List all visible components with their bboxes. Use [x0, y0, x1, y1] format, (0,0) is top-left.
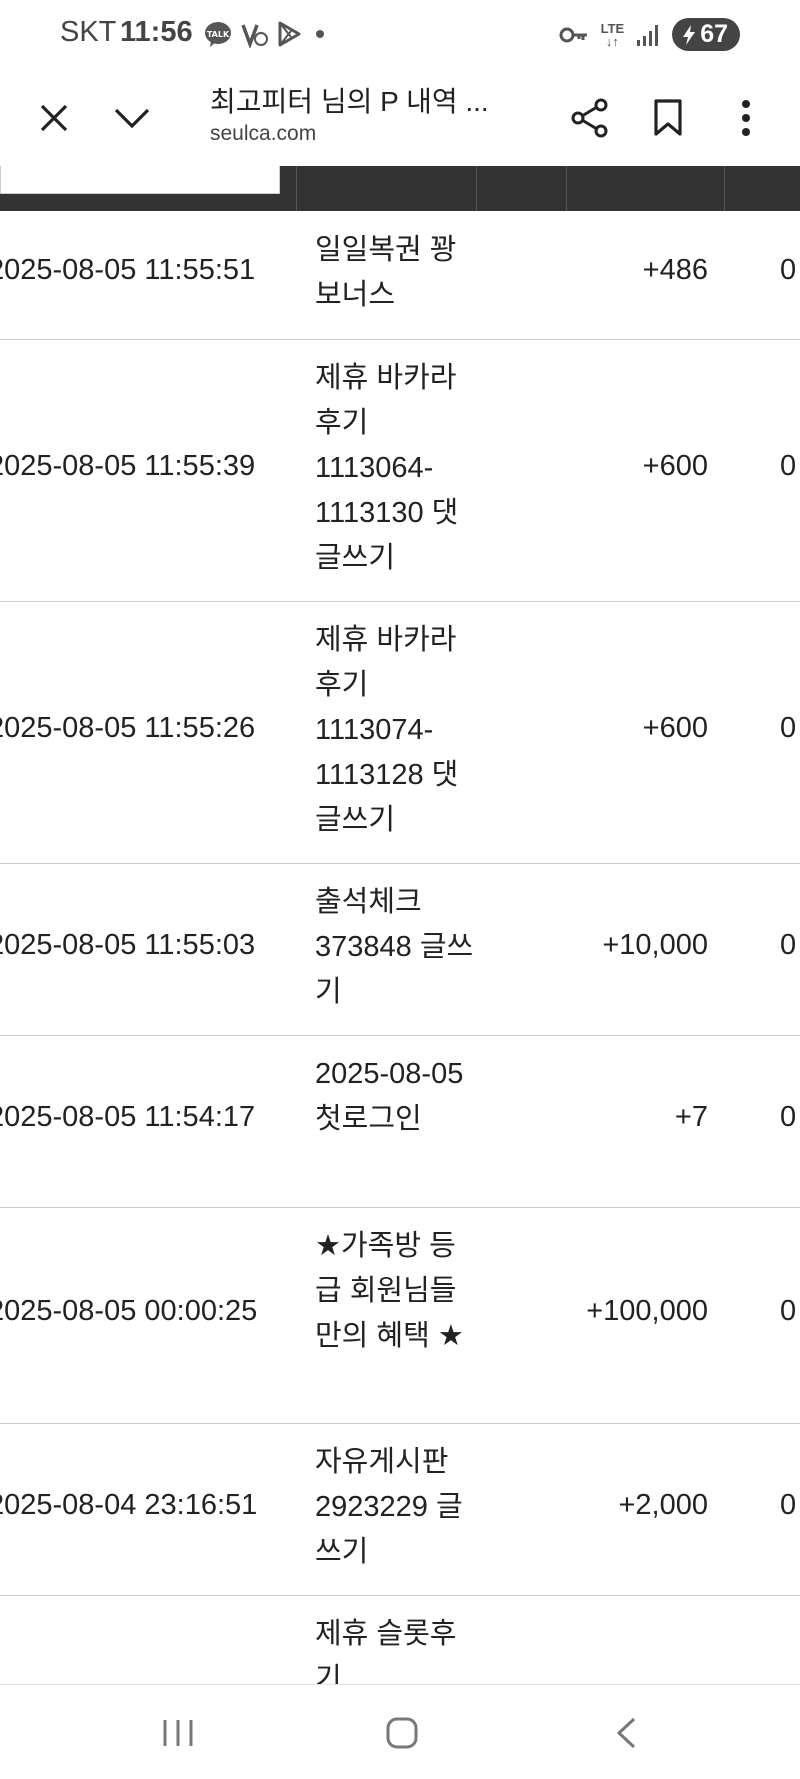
- svg-text:TALK: TALK: [207, 30, 230, 39]
- carrier-label: SKT: [60, 16, 117, 48]
- recent-apps-icon: [163, 1720, 193, 1746]
- table-row: 2025-08-04 23:16:51 자유게시판 2923229 글쓰기 +2…: [0, 1423, 800, 1596]
- bookmark-icon: [654, 99, 682, 136]
- bookmark-button[interactable]: [640, 90, 696, 146]
- notification-icons: TALK: [204, 20, 324, 48]
- row-date: 2025-08-05 11:55:26: [0, 712, 256, 744]
- back-button[interactable]: [596, 1711, 656, 1755]
- row-desc: 제휴 슬롯후기: [315, 1618, 457, 1684]
- row-amount: +2,000: [618, 1489, 708, 1521]
- table-row: 2025-08-05 11:55:39 제휴 바카라 후기 1113064-11…: [0, 339, 800, 602]
- row-date: 2025-08-05 00:00:25: [0, 1295, 258, 1327]
- row-balance: 0: [780, 450, 797, 482]
- header-balance-col: [724, 166, 800, 211]
- row-desc: 자유게시판 2923229 글쓰기: [315, 1446, 463, 1568]
- battery-level: 67: [700, 20, 728, 48]
- signal-icon: [637, 24, 659, 46]
- close-icon: [40, 104, 68, 132]
- row-amount: +7: [674, 1101, 708, 1133]
- row-balance: 0: [780, 1101, 797, 1133]
- table-header: [0, 166, 800, 211]
- table-row: 2025-08-05 11:54:17 2025-08-05 첫로그인 +7 0: [0, 1035, 800, 1208]
- close-button[interactable]: [26, 90, 82, 146]
- row-desc: 출석체크 373848 글쓰기: [315, 886, 474, 1008]
- system-navigation-bar: [0, 1684, 800, 1779]
- v-badge-icon: [241, 24, 268, 48]
- table-row: 2025-08-05 11:55:51 일일복권 꽝 보너스 +486 0: [0, 211, 800, 340]
- row-date: 2025-08-05 11:55:51: [0, 254, 256, 286]
- header-col-3: [476, 166, 567, 211]
- table-row: 2025-08-05 11:55:03 출석체크 373848 글쓰기 +10,…: [0, 863, 800, 1036]
- row-desc: 제휴 바카라 후기 1113064-1113130 댓글쓰기: [315, 362, 459, 574]
- row-balance: 0: [780, 1295, 797, 1327]
- row-desc: 2025-08-05 첫로그인: [315, 1058, 464, 1135]
- row-desc: 일일복권 꽝 보너스: [315, 234, 457, 311]
- row-desc: 제휴 바카라 후기 1113074-1113128 댓글쓰기: [315, 624, 459, 836]
- row-desc: ★가족방 등급 회원님들만의 혜택 ★: [315, 1230, 464, 1352]
- more-options-button[interactable]: [718, 90, 774, 146]
- battery-indicator: 67: [672, 18, 740, 51]
- browser-toolbar: 최고피터 님의 P 내역 ... seulca.com: [0, 70, 800, 167]
- table-row: 2025-08-05 00:00:25 ★가족방 등급 회원님들만의 혜택 ★ …: [0, 1207, 800, 1424]
- lte-icon: LTE ↓↑: [600, 20, 625, 49]
- chevron-down-icon: [114, 108, 150, 129]
- more-notifications-dot: [316, 30, 324, 38]
- header-amount-col: [566, 166, 725, 211]
- row-amount: +486: [642, 254, 708, 286]
- recent-apps-button[interactable]: [148, 1711, 208, 1755]
- system-icons: LTE ↓↑ 67: [559, 18, 740, 51]
- row-date: 2025-08-04 23:16:51: [0, 1489, 258, 1521]
- page-title: 최고피터 님의 P 내역 ...: [210, 86, 489, 117]
- row-date: 2025-08-05 11:55:39: [0, 450, 256, 482]
- row-date: 2025-08-05 11:54:17: [0, 1101, 256, 1133]
- clock-time: 11:56: [120, 16, 193, 48]
- table-row: 제휴 슬롯후기: [0, 1595, 800, 1684]
- kakaotalk-icon: TALK: [205, 22, 231, 47]
- home-icon: [386, 1717, 418, 1749]
- row-amount: +100,000: [586, 1295, 708, 1327]
- row-amount: +10,000: [602, 929, 708, 961]
- more-vert-icon: [742, 100, 750, 136]
- header-desc-col: [296, 166, 477, 211]
- row-balance: 0: [780, 1489, 797, 1521]
- table-row: 2025-08-05 11:55:26 제휴 바카라 후기 1113074-11…: [0, 601, 800, 864]
- row-balance: 0: [780, 254, 797, 286]
- row-amount: +600: [642, 450, 708, 482]
- play-store-icon: [278, 21, 301, 47]
- row-balance: 0: [780, 712, 797, 744]
- home-button[interactable]: [372, 1711, 432, 1755]
- minimize-button[interactable]: [104, 90, 160, 146]
- share-button[interactable]: [562, 90, 618, 146]
- charging-bolt-icon: [683, 24, 696, 45]
- back-icon: [616, 1717, 636, 1749]
- page-url: seulca.com: [210, 122, 317, 145]
- row-amount: +600: [642, 712, 708, 744]
- key-icon: [559, 27, 587, 42]
- share-icon: [571, 98, 608, 138]
- row-balance: 0: [780, 929, 797, 961]
- row-date: 2025-08-05 11:55:03: [0, 929, 256, 961]
- status-bar: SKT 11:56 TALK LTE ↓↑ 67: [0, 0, 800, 70]
- point-history-table[interactable]: 2025-08-05 11:55:51 일일복권 꽝 보너스 +486 0 20…: [0, 166, 800, 1684]
- header-search-box[interactable]: [0, 166, 280, 194]
